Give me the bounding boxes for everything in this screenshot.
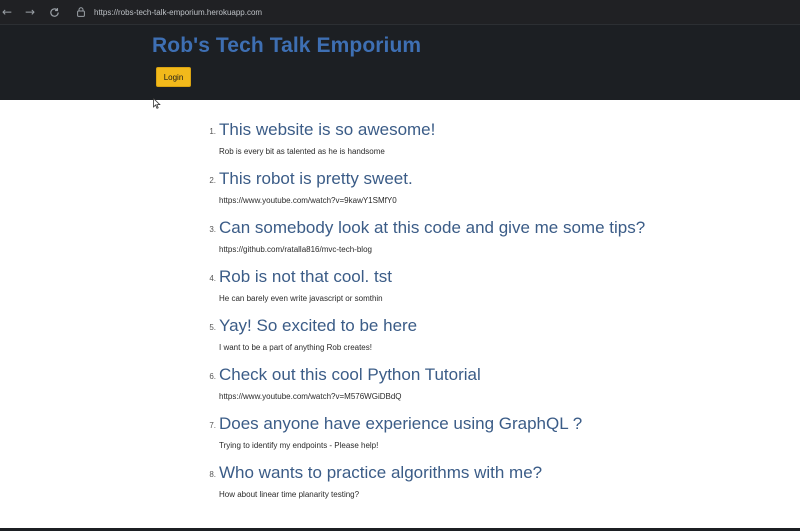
post-body: How about linear time planarity testing?: [219, 490, 360, 499]
post-body: https://github.com/ratalla816/mvc-tech-b…: [219, 245, 372, 254]
arrow-right-icon[interactable]: →: [20, 0, 40, 24]
post-number: 4.: [209, 274, 216, 283]
post-number: 8.: [209, 470, 216, 479]
post-title-link[interactable]: Yay! So excited to be here: [219, 316, 417, 336]
post-body: https://www.youtube.com/watch?v=9kawY1SM…: [219, 196, 397, 205]
mouse-cursor-icon: [153, 98, 161, 109]
post-number: 6.: [209, 372, 216, 381]
post-title-link[interactable]: Can somebody look at this code and give …: [219, 218, 645, 238]
post-body: Trying to identify my endpoints - Please…: [219, 441, 379, 450]
post-title-link[interactable]: Does anyone have experience using GraphQ…: [219, 414, 582, 434]
url-text: https://robs-tech-talk-emporium.herokuap…: [94, 7, 263, 17]
post-title-link[interactable]: Rob is not that cool. tst: [219, 267, 392, 287]
browser-toolbar: ← → https://robs-tech-talk-emporium.hero…: [0, 0, 800, 24]
arrow-left-icon[interactable]: ←: [0, 0, 14, 24]
post-number: 5.: [209, 323, 216, 332]
post-body: Rob is every bit as talented as he is ha…: [219, 147, 385, 156]
post-number: 1.: [209, 127, 216, 136]
post-title-link[interactable]: Check out this cool Python Tutorial: [219, 365, 481, 385]
post-number: 2.: [209, 176, 216, 185]
post-body: I want to be a part of anything Rob crea…: [219, 343, 372, 352]
reload-icon[interactable]: [44, 0, 64, 24]
post-body: https://www.youtube.com/watch?v=M576WGiD…: [219, 392, 402, 401]
post-item[interactable]: 1. This website is so awesome! Rob is ev…: [200, 120, 720, 169]
post-title-link[interactable]: This website is so awesome!: [219, 120, 435, 140]
post-body: He can barely even write javascript or s…: [219, 294, 383, 303]
post-item[interactable]: 5. Yay! So excited to be here I want to …: [200, 316, 720, 365]
post-item[interactable]: 6. Check out this cool Python Tutorial h…: [200, 365, 720, 414]
site-title[interactable]: Rob's Tech Talk Emporium: [152, 34, 421, 58]
address-bar[interactable]: https://robs-tech-talk-emporium.herokuap…: [76, 3, 796, 21]
login-button[interactable]: Login: [156, 67, 191, 87]
post-title-link[interactable]: Who wants to practice algorithms with me…: [219, 463, 542, 483]
post-item[interactable]: 3. Can somebody look at this code and gi…: [200, 218, 720, 267]
post-title-link[interactable]: This robot is pretty sweet.: [219, 169, 413, 189]
post-number: 3.: [209, 225, 216, 234]
post-number: 7.: [209, 421, 216, 430]
lock-icon[interactable]: [76, 6, 86, 18]
post-item[interactable]: 2. This robot is pretty sweet. https://w…: [200, 169, 720, 218]
post-item[interactable]: 7. Does anyone have experience using Gra…: [200, 414, 720, 463]
post-list: 1. This website is so awesome! Rob is ev…: [200, 120, 720, 512]
post-item[interactable]: 8. Who wants to practice algorithms with…: [200, 463, 720, 512]
post-item[interactable]: 4. Rob is not that cool. tst He can bare…: [200, 267, 720, 316]
site-header: Rob's Tech Talk Emporium Login: [0, 24, 800, 100]
